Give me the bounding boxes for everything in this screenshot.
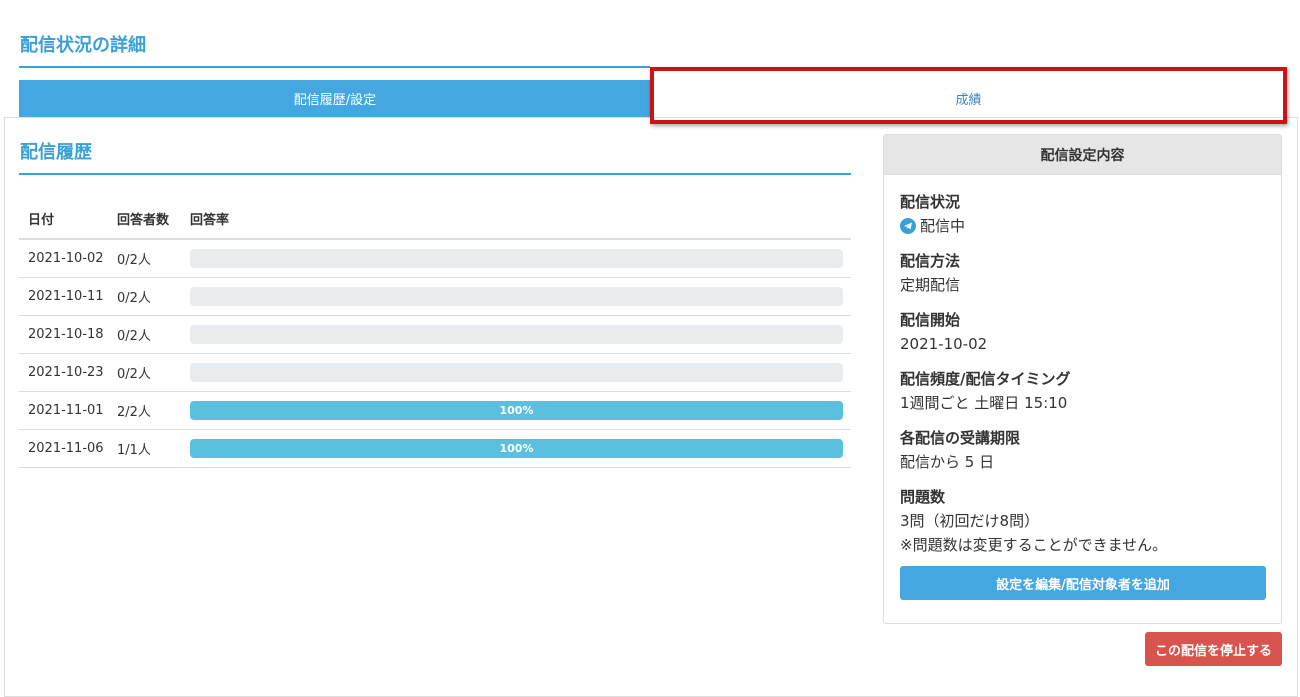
questions-value: 3問（初回だけ8問） xyxy=(900,512,1040,530)
column-header-respondents: 回答者数 xyxy=(109,199,181,240)
tab-scores[interactable]: 成績 xyxy=(651,80,1286,117)
edit-settings-button[interactable]: 設定を編集/配信対象者を追加 xyxy=(900,566,1266,600)
table-row: 2021-10-02 0/2人 xyxy=(19,239,851,278)
table-row: 2021-11-01 2/2人 100% xyxy=(19,391,851,430)
frequency-value: 1週間ごと 土曜日 15:10 xyxy=(900,394,1068,412)
table-row: 2021-11-06 1/1人 100% xyxy=(19,429,851,468)
row-date: 2021-10-11 xyxy=(19,277,109,316)
column-header-date: 日付 xyxy=(19,199,109,240)
row-respondents: 0/2人 xyxy=(109,315,181,354)
row-date: 2021-11-06 xyxy=(19,429,109,468)
settings-card-title: 配信設定内容 xyxy=(884,135,1281,175)
row-date: 2021-10-02 xyxy=(19,239,109,278)
history-table: 日付 回答者数 回答率 2021-10-02 0/2人 2021-10-11 0… xyxy=(19,199,851,468)
title-divider xyxy=(19,66,650,68)
response-rate-progress xyxy=(190,248,843,268)
settings-card: 配信設定内容 配信状況 配信中 配信方法 定期配信 配信開始 2021-10-0… xyxy=(883,134,1282,624)
method-label: 配信方法 xyxy=(900,252,961,270)
table-row: 2021-10-23 0/2人 xyxy=(19,353,851,392)
questions-label: 問題数 xyxy=(900,488,946,506)
response-rate-progress xyxy=(190,286,843,306)
telegram-send-icon xyxy=(900,218,916,234)
row-date: 2021-10-18 xyxy=(19,315,109,354)
response-rate-progress xyxy=(190,362,843,382)
history-header-row: 日付 回答者数 回答率 xyxy=(19,199,851,240)
response-rate-bar: 100% xyxy=(190,400,843,420)
response-rate-progress: 100% xyxy=(190,438,843,458)
deadline-label: 各配信の受講期限 xyxy=(900,429,1021,447)
response-rate-bar: 100% xyxy=(190,438,843,458)
history-title: 配信履歴 xyxy=(20,142,92,163)
frequency-label: 配信頻度/配信タイミング xyxy=(900,370,1071,388)
start-label: 配信開始 xyxy=(900,311,961,329)
response-rate-progress xyxy=(190,324,843,344)
tab-history-settings[interactable]: 配信履歴/設定 xyxy=(19,80,651,117)
table-row: 2021-10-11 0/2人 xyxy=(19,277,851,316)
row-respondents: 1/1人 xyxy=(109,429,181,468)
row-respondents: 0/2人 xyxy=(109,277,181,316)
questions-note: ※問題数は変更することができません。 xyxy=(900,536,1168,554)
page-title: 配信状況の詳細 xyxy=(20,35,146,56)
row-respondents: 0/2人 xyxy=(109,239,181,278)
stop-delivery-button[interactable]: この配信を停止する xyxy=(1145,632,1282,666)
row-respondents: 2/2人 xyxy=(109,391,181,430)
response-rate-progress: 100% xyxy=(190,400,843,420)
panel-top-border xyxy=(4,117,1298,118)
row-respondents: 0/2人 xyxy=(109,353,181,392)
row-date: 2021-10-23 xyxy=(19,353,109,392)
history-divider xyxy=(19,173,851,175)
table-row: 2021-10-18 0/2人 xyxy=(19,315,851,354)
status-label: 配信状況 xyxy=(900,193,961,211)
deadline-value: 配信から 5 日 xyxy=(900,453,995,471)
status-value: 配信中 xyxy=(920,217,966,235)
method-value: 定期配信 xyxy=(900,276,961,294)
column-header-rate: 回答率 xyxy=(181,199,851,240)
start-value: 2021-10-02 xyxy=(900,335,988,353)
row-date: 2021-11-01 xyxy=(19,391,109,430)
